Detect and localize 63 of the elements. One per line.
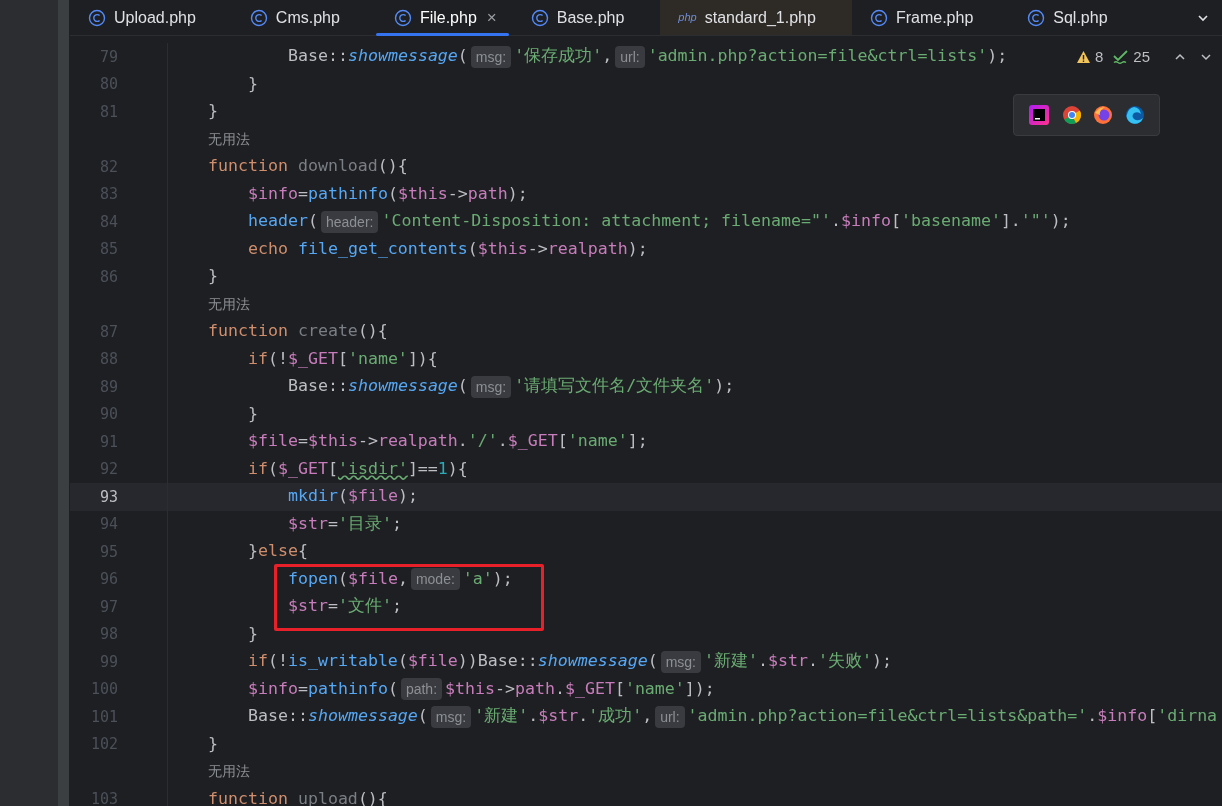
weak-warning-count: 25: [1133, 47, 1150, 67]
inlay-hint: msg:: [470, 375, 512, 398]
code-text: 'admin.php?action=file&ctrl=lists&path='.$info['dirna: [687, 705, 1218, 728]
code-text: Base::showmessage(: [288, 375, 468, 398]
code-text: 'a');: [462, 567, 513, 590]
code-text: if(!$_GET['name']){: [248, 347, 438, 370]
code-text: fopen($file,: [288, 567, 408, 590]
code-text: '新建'.$str.'失败');: [704, 650, 892, 673]
check-icon[interactable]: [1113, 50, 1130, 65]
inlay-hint: msg:: [470, 45, 512, 68]
browser-icon[interactable]: [1125, 105, 1146, 125]
code-text: 'Content-Disposition: attachment; filename="'.$info['basename'].'"');: [381, 210, 1071, 233]
code-text: }: [208, 100, 218, 123]
usage-hint: 无用法: [208, 294, 250, 314]
code-text: }else{: [248, 540, 308, 563]
code-text: echo file_get_contents($this->realpath);: [248, 237, 648, 260]
warning-icon[interactable]: [1075, 50, 1091, 65]
browser-icon[interactable]: [1061, 105, 1082, 125]
code-text: if(!is_writable($file))Base::showmessage(: [248, 650, 658, 673]
php-file-icon: php: [678, 9, 697, 26]
class-icon: [249, 8, 268, 27]
line-number: 93: [99, 487, 118, 506]
close-tab-button[interactable]: ×: [486, 4, 497, 31]
code-text: }: [208, 732, 218, 755]
code-text: '请填写文件名/文件夹名');: [514, 375, 735, 398]
warning-count: 8: [1094, 47, 1104, 67]
code-text: $info=pathinfo(: [248, 677, 398, 700]
inlay-hint: url:: [655, 705, 685, 728]
code-text: '新建'.$str.'成功',: [474, 705, 653, 728]
inlay-hint: msg:: [660, 650, 701, 673]
class-icon: [393, 8, 412, 27]
code-text: $info=pathinfo($this->path);: [248, 182, 528, 205]
app-icon[interactable]: [1027, 104, 1050, 126]
code-text: $file=$this->realpath.'/'.$_GET['name'];: [248, 430, 648, 453]
code-text: mkdir($file);: [288, 485, 418, 508]
browser-icon[interactable]: [1093, 105, 1114, 125]
inlay-hint: msg:: [430, 705, 472, 728]
usage-hint: 无用法: [208, 762, 250, 782]
inlay-hint: mode:: [410, 568, 460, 591]
code-text: 'admin.php?action=file&ctrl=lists');: [647, 45, 1008, 68]
code-text: $str='目录';: [288, 512, 402, 535]
code-text: Base::showmessage(: [248, 705, 428, 728]
code-text: header(: [248, 210, 318, 233]
code-text: }: [248, 622, 258, 645]
usage-hint: 无用法: [208, 129, 250, 149]
class-icon: [1027, 8, 1046, 27]
class-icon: [530, 8, 549, 27]
class-icon: [88, 8, 106, 27]
inlay-hint: url:: [615, 45, 645, 68]
code-text: function create(){: [208, 320, 388, 343]
inlay-hint: path:: [400, 678, 443, 701]
class-icon: [869, 8, 888, 27]
code-text: $this->path.$_GET['name']);: [445, 677, 715, 700]
code-text: '保存成功',: [514, 45, 613, 68]
inlay-hint: header:: [320, 210, 379, 233]
code-text: }: [248, 72, 258, 95]
code-text: }: [248, 402, 258, 425]
editor-tab[interactable]: php standard_1.php: [660, 0, 852, 35]
code-text: Base::showmessage(: [288, 45, 468, 68]
code-text: if($_GET['isdir']==1){: [248, 457, 468, 480]
code-text: $str='文件';: [288, 595, 402, 618]
code-text: function download(){: [208, 155, 408, 178]
code-text: }: [208, 265, 218, 288]
